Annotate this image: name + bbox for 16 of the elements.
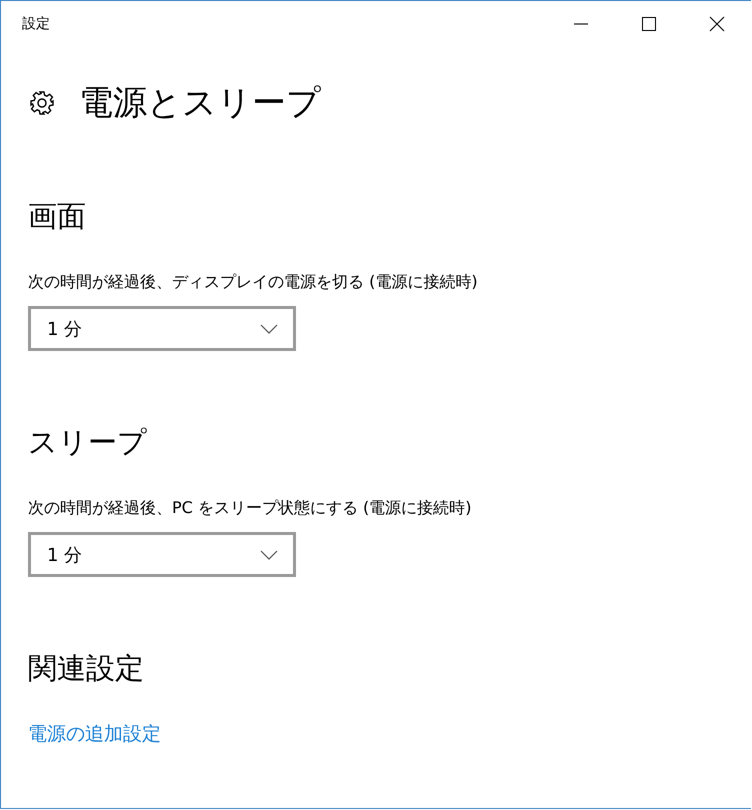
chevron-down-icon bbox=[260, 550, 278, 560]
maximize-icon bbox=[641, 16, 657, 32]
timeout-dropdown[interactable]: 1 分 bbox=[28, 306, 296, 351]
section-heading: スリープ bbox=[28, 424, 148, 461]
gear-icon bbox=[29, 90, 55, 116]
page-title: 電源とスリープ bbox=[79, 82, 321, 125]
close-icon bbox=[709, 16, 725, 32]
section-heading: 関連設定 bbox=[28, 650, 145, 687]
chevron-down-icon bbox=[260, 324, 278, 334]
power-settings-link[interactable]: 電源の追加設定 bbox=[28, 721, 161, 747]
minimize-icon bbox=[573, 23, 589, 25]
window-title: 設定 bbox=[22, 15, 50, 33]
timeout-dropdown[interactable]: 1 分 bbox=[28, 532, 296, 577]
section-heading: 画面 bbox=[28, 198, 87, 235]
setting-label: 次の時間が経過後、PC をスリープ状態にする (電源に接続時) bbox=[28, 497, 472, 519]
setting-label: 次の時間が経過後、ディスプレイの電源を切る (電源に接続時) bbox=[28, 271, 479, 293]
